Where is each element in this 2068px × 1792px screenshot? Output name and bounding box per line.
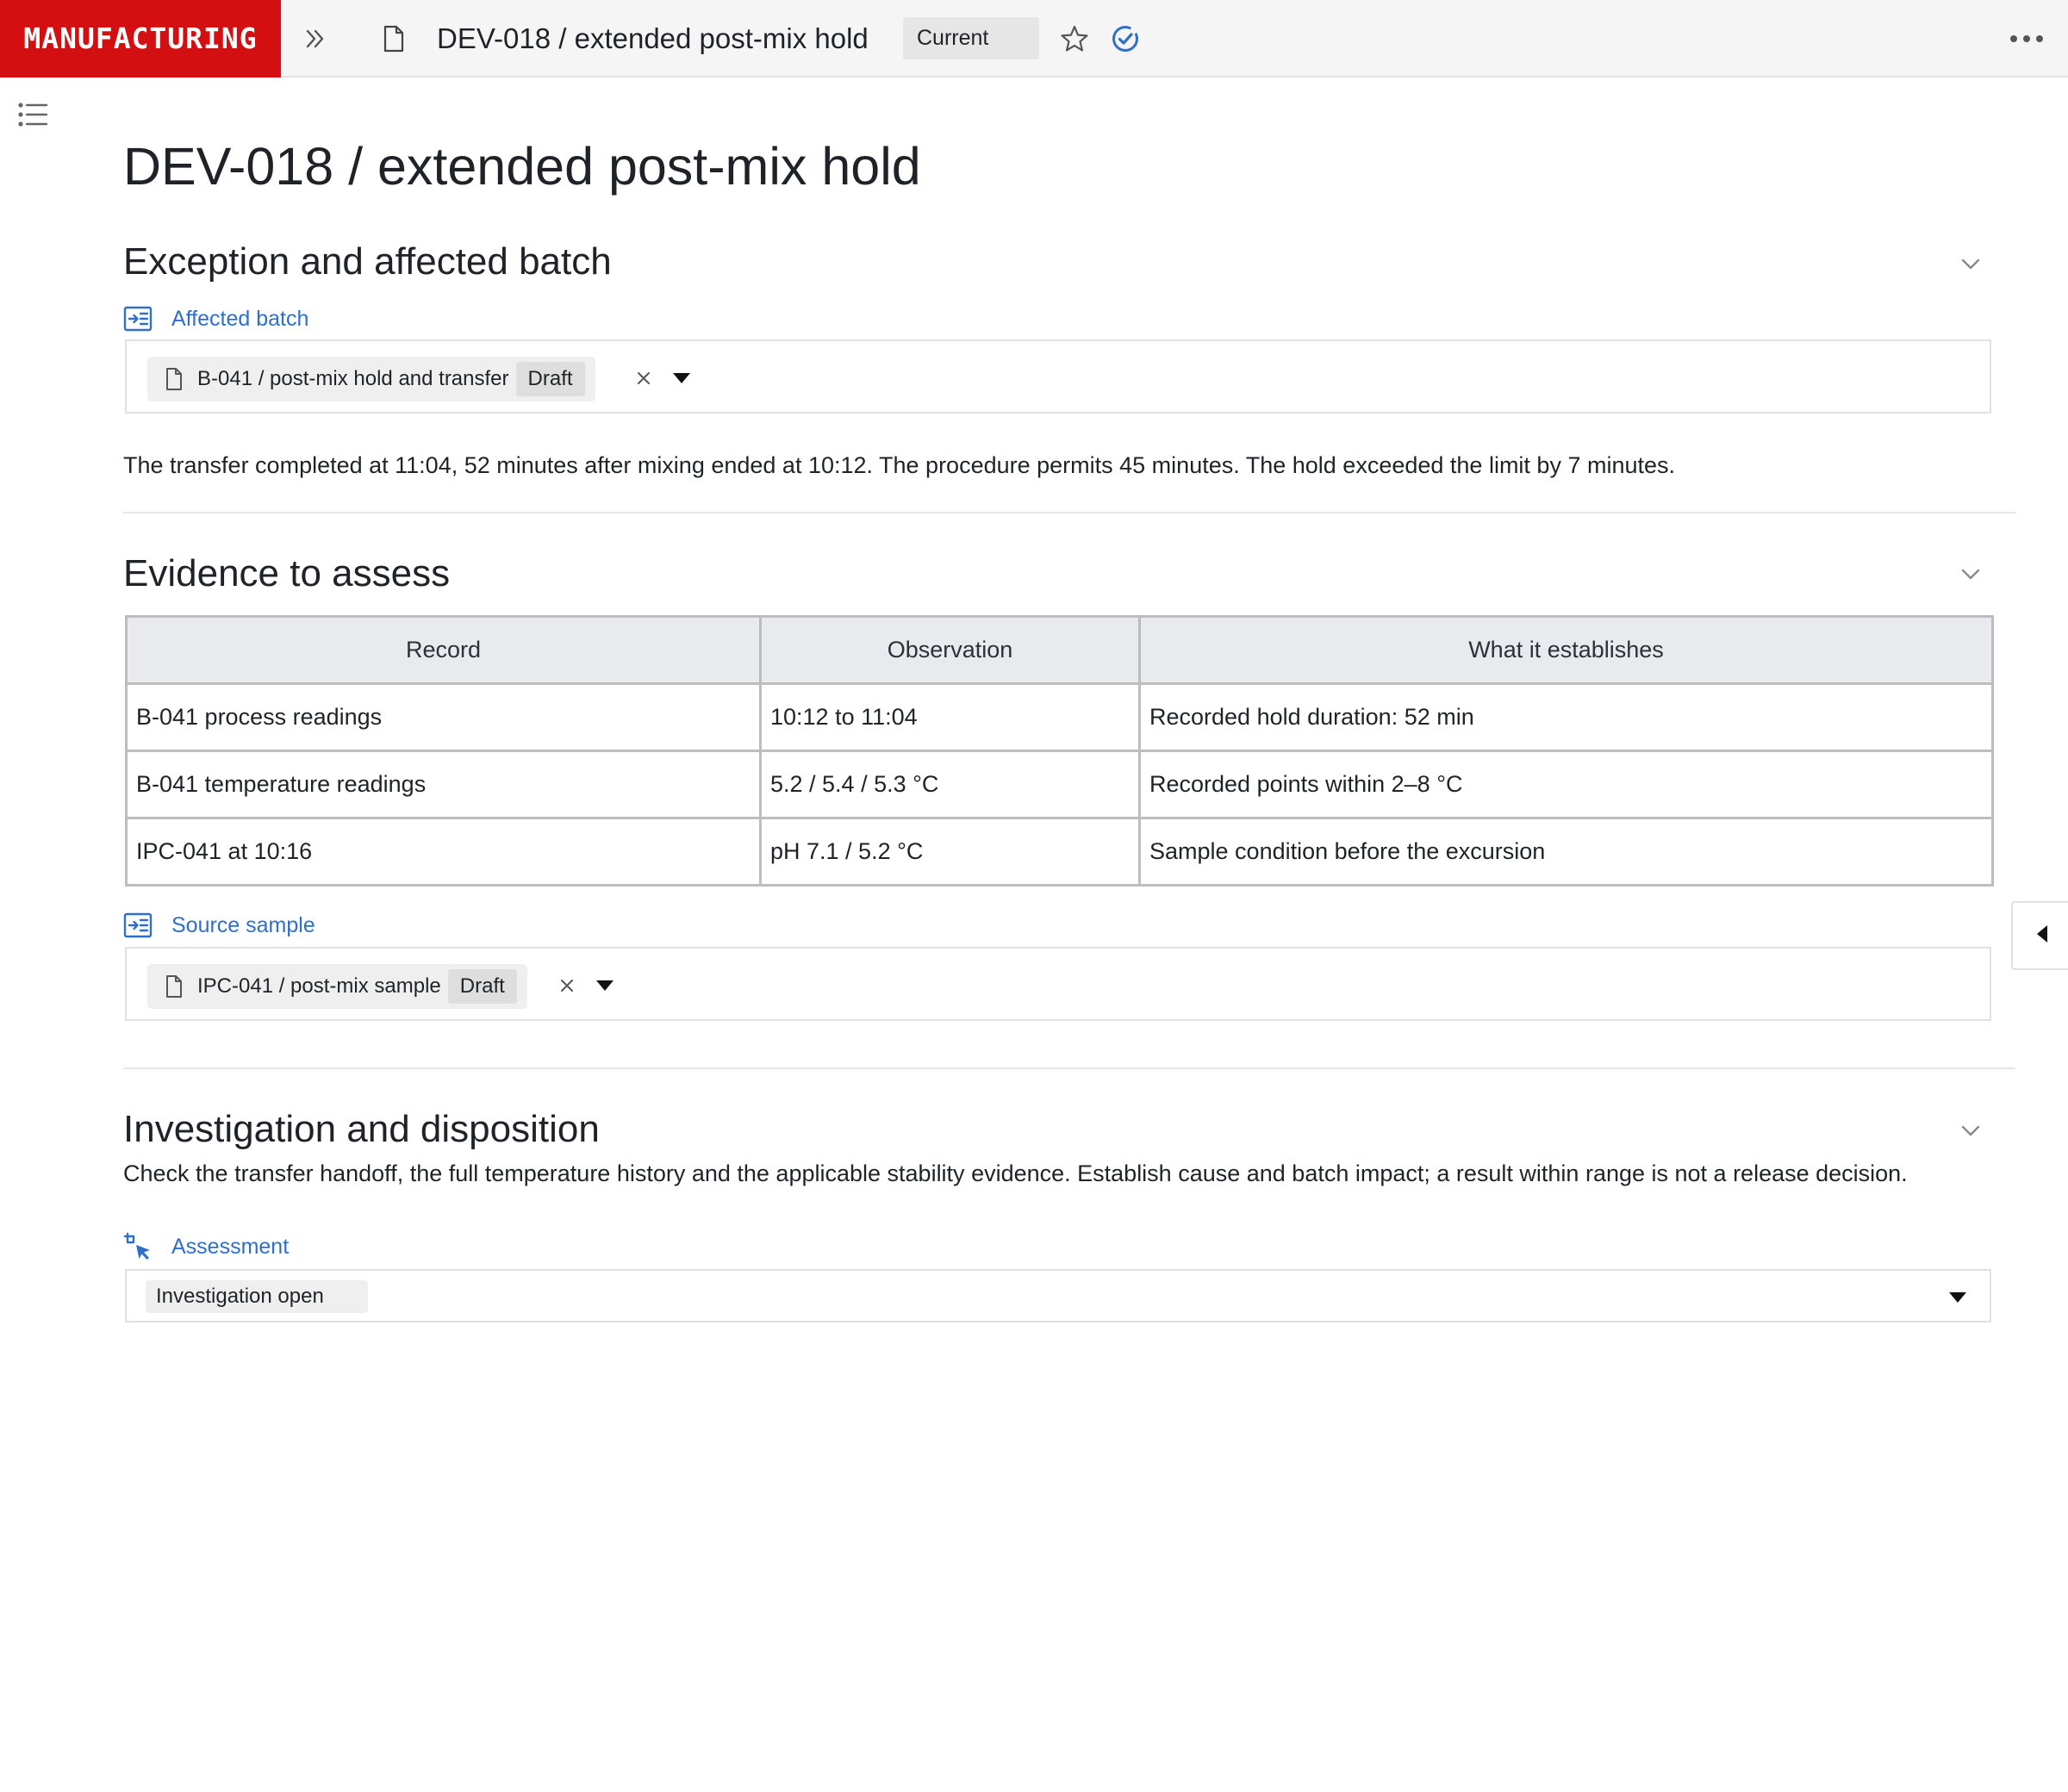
affected-batch-chip[interactable]: B-041 / post-mix hold and transfer Draft <box>147 357 595 401</box>
section-heading-exception: Exception and affected batch <box>123 240 612 283</box>
source-sample-label-text: Source sample <box>171 912 315 937</box>
assessment-selected-value: Investigation open <box>146 1280 368 1313</box>
column-header-observation: Observation <box>759 615 1141 685</box>
clear-icon[interactable] <box>552 971 582 1000</box>
brand-logo[interactable]: MANUFACTURING <box>0 0 281 78</box>
source-sample-label: Source sample <box>123 910 315 941</box>
table-cell[interactable]: 10:12 to 11:04 <box>759 682 1141 752</box>
chevron-down-icon[interactable] <box>1953 557 1988 591</box>
page-title: DEV-018 / extended post-mix hold <box>123 137 921 196</box>
table-header-row: Record Observation What it establishes <box>125 615 1994 685</box>
star-icon[interactable] <box>1055 19 1094 59</box>
assessment-label-text: Assessment <box>171 1234 290 1259</box>
affected-batch-label: Affected batch <box>123 303 308 334</box>
table-row: IPC-041 at 10:16 pH 7.1 / 5.2 °C Sample … <box>125 817 1994 887</box>
select-cursor-icon <box>123 1232 153 1261</box>
verified-check-icon[interactable] <box>1106 19 1145 59</box>
column-header-record: Record <box>125 615 762 685</box>
column-header-establishes: What it establishes <box>1138 615 1994 685</box>
version-status-badge[interactable]: Current <box>903 17 1039 59</box>
table-cell[interactable]: pH 7.1 / 5.2 °C <box>759 817 1141 887</box>
dropdown-caret-icon[interactable] <box>592 973 618 999</box>
relation-field-icon <box>123 911 153 940</box>
relation-field-icon <box>123 304 153 333</box>
assessment-select[interactable]: Investigation open <box>125 1269 1991 1322</box>
section-divider <box>123 1067 2015 1069</box>
source-sample-field[interactable]: IPC-041 / post-mix sample Draft <box>125 947 1991 1021</box>
evidence-table: Record Observation What it establishes B… <box>125 615 1994 887</box>
top-bar: MANUFACTURING DEV-018 / extended post-mi… <box>0 0 2068 78</box>
dropdown-caret-icon[interactable] <box>1945 1285 1971 1310</box>
chevron-down-icon[interactable] <box>1953 246 1988 281</box>
more-horizontal-icon[interactable] <box>2004 22 2049 55</box>
caret-left-icon <box>2035 924 2049 948</box>
assessment-label: Assessment <box>123 1231 289 1262</box>
table-cell[interactable]: Recorded hold duration: 52 min <box>1138 682 1994 752</box>
section-divider <box>123 512 2015 513</box>
table-cell[interactable]: Sample condition before the excursion <box>1138 817 1994 887</box>
draft-status-badge: Draft <box>515 362 585 396</box>
section-heading-investigation: Investigation and disposition <box>123 1108 600 1150</box>
document-icon <box>377 22 410 55</box>
affected-batch-field[interactable]: B-041 / post-mix hold and transfer Draft <box>125 339 1991 414</box>
document-icon <box>165 974 185 999</box>
source-sample-chip-text: IPC-041 / post-mix sample <box>197 974 441 998</box>
investigation-description: Check the transfer handoff, the full tem… <box>123 1160 1908 1186</box>
table-cell[interactable]: B-041 temperature readings <box>125 750 762 819</box>
dropdown-caret-icon[interactable] <box>669 365 695 391</box>
breadcrumb-title: DEV-018 / extended post-mix hold <box>437 22 869 54</box>
source-sample-chip[interactable]: IPC-041 / post-mix sample Draft <box>147 964 527 1009</box>
table-cell[interactable]: Recorded points within 2–8 °C <box>1138 750 1994 819</box>
clear-icon[interactable] <box>629 364 658 393</box>
table-row: B-041 temperature readings 5.2 / 5.4 / 5… <box>125 750 1994 819</box>
table-cell[interactable]: IPC-041 at 10:16 <box>125 817 762 887</box>
outline-list-icon[interactable] <box>17 100 52 134</box>
chevron-down-icon[interactable] <box>1953 1113 1988 1148</box>
affected-batch-chip-text: B-041 / post-mix hold and transfer <box>197 367 509 390</box>
document-icon <box>165 367 185 391</box>
double-chevron-right-icon[interactable] <box>296 22 334 56</box>
draft-status-badge: Draft <box>447 969 517 1004</box>
exception-description: The transfer completed at 11:04, 52 minu… <box>123 452 1676 478</box>
table-cell[interactable]: B-041 process readings <box>125 682 762 752</box>
table-row: B-041 process readings 10:12 to 11:04 Re… <box>125 682 1994 752</box>
section-heading-evidence: Evidence to assess <box>123 552 451 594</box>
affected-batch-label-text: Affected batch <box>171 306 309 331</box>
table-cell[interactable]: 5.2 / 5.4 / 5.3 °C <box>759 750 1141 819</box>
side-panel-toggle[interactable] <box>2011 901 2068 970</box>
